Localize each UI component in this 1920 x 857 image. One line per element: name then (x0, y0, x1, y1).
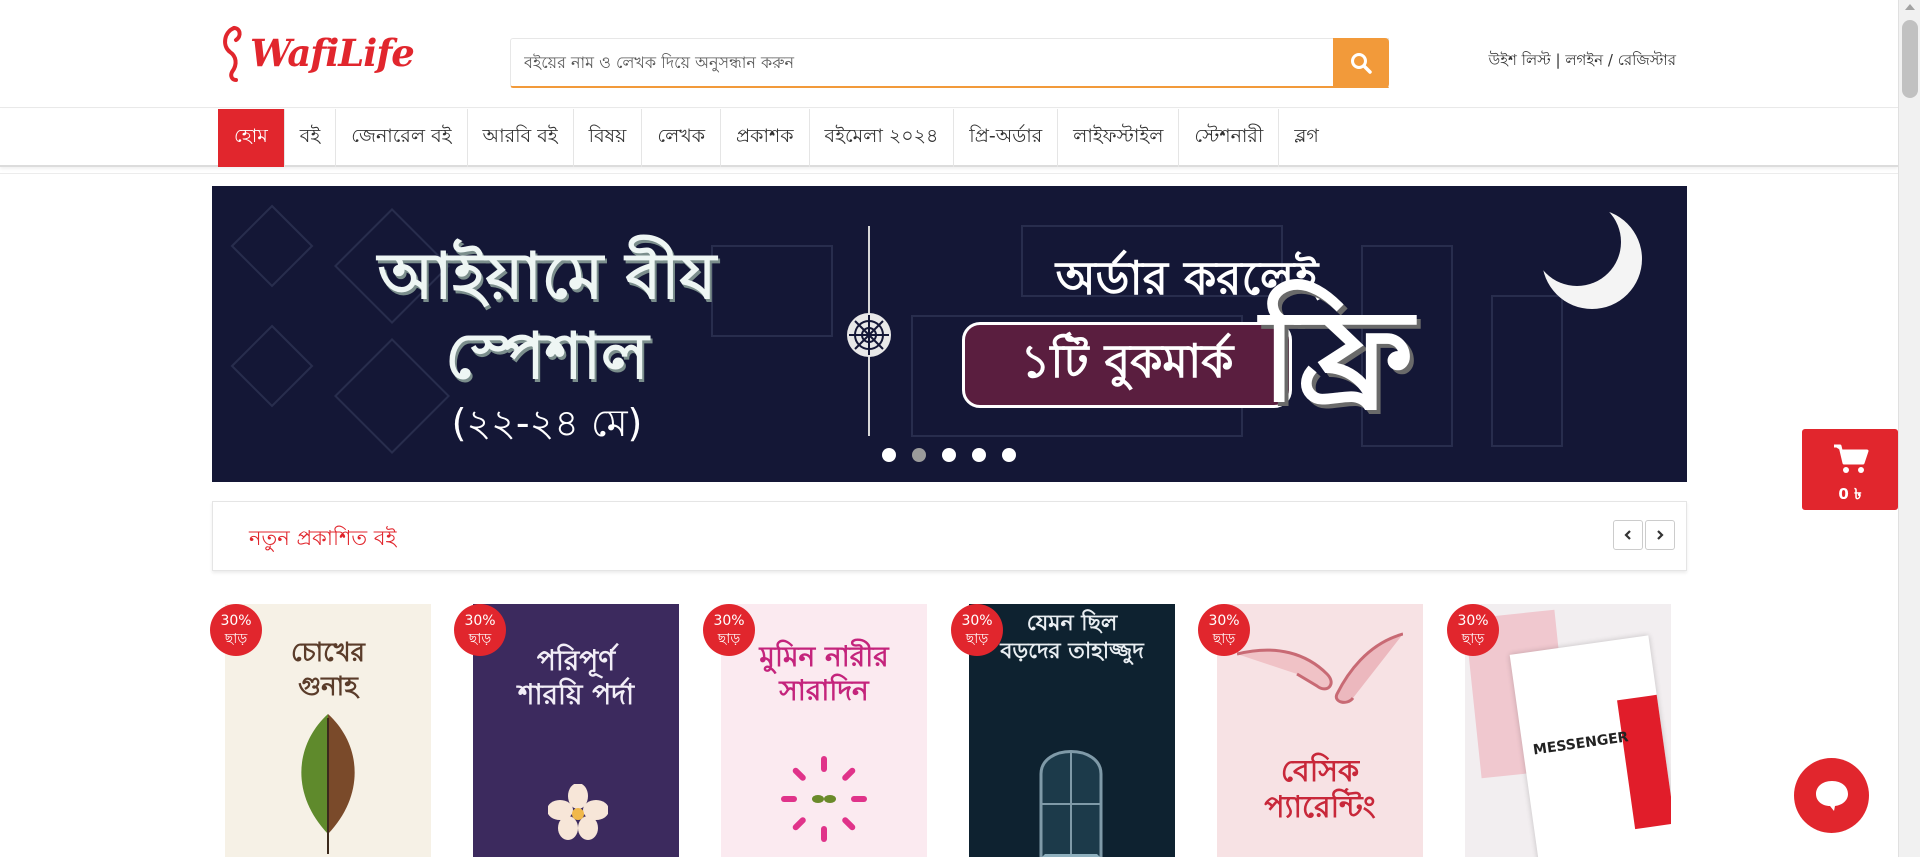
nav-item-books[interactable]: বই (285, 109, 337, 167)
chat-widget-button[interactable] (1794, 758, 1869, 833)
next-button[interactable] (1645, 520, 1675, 550)
slider-dot[interactable] (972, 448, 986, 462)
slider-dot[interactable] (1002, 448, 1016, 462)
chevron-left-icon (1624, 530, 1631, 540)
search-button[interactable] (1333, 38, 1389, 88)
wishlist-link[interactable]: উইশ লিস্ট (1489, 51, 1551, 69)
divider (0, 173, 1898, 174)
scroll-thumb[interactable] (1902, 20, 1918, 98)
nav-item-subjects[interactable]: বিষয় (574, 109, 643, 167)
logo-text: WafiLife (250, 31, 415, 75)
register-link[interactable]: রেজিস্টার (1618, 51, 1676, 69)
chat-icon (1815, 780, 1848, 811)
search-box (510, 38, 1389, 88)
book-card[interactable]: বেসিক প্যারেন্টিং (1217, 604, 1423, 857)
login-link[interactable]: লগইন (1565, 51, 1603, 69)
petal-ring-icon (781, 756, 867, 842)
slider-dots (882, 448, 1032, 462)
nav-item-pre-order[interactable]: প্রি-অর্ডার (954, 109, 1059, 167)
site-header: WafiLife উইশ লিস্ট | লগইন / রেজিস্টার (0, 0, 1898, 108)
nav-list: হোম বই জেনারেল বই আরবি বই বিষয় লেখক প্র… (218, 109, 1334, 167)
slider-dot[interactable] (942, 448, 956, 462)
site-logo[interactable]: WafiLife (220, 20, 415, 86)
main-nav: হোম বই জেনারেল বই আরবি বই বিষয় লেখক প্র… (0, 109, 1898, 167)
nav-item-home[interactable]: হোম (218, 109, 285, 167)
discount-badge: 30% ছাড় (703, 604, 755, 656)
floating-cart-button[interactable]: 0 ৳ (1802, 429, 1898, 510)
crescent-moon-icon (1542, 209, 1642, 309)
hands-icon (1237, 632, 1403, 704)
nav-item-book-fair[interactable]: বইমেলা ২০২৪ (810, 109, 955, 167)
nav-item-authors[interactable]: লেখক (642, 109, 721, 167)
separator: | (1555, 51, 1566, 69)
slider-dot-active[interactable] (912, 448, 926, 462)
book-title: MESSENGER (1532, 729, 1630, 759)
banner-date-range: (২২-২৪ মে) (451, 401, 643, 445)
nav-item-stationery[interactable]: স্টেশনারী (1179, 109, 1280, 167)
new-books-section-header: নতুন প্রকাশিত বই (212, 501, 1687, 571)
window-icon (1039, 750, 1103, 857)
book-card[interactable]: পরিপূর্ণ শারয়ি পর্দা (473, 604, 679, 857)
flower-icon (548, 784, 608, 840)
account-links: উইশ লিস্ট | লগইন / রেজিস্টার (1489, 49, 1676, 74)
scroll-up-arrow-icon[interactable] (1905, 4, 1915, 10)
page-scrollbar[interactable] (1898, 0, 1920, 857)
leaf-icon (301, 714, 355, 854)
chevron-right-icon (1657, 530, 1664, 540)
banner-title-line1: আইয়ামে বীয (377, 240, 717, 314)
banner-title-line2: স্পেশাল (445, 320, 649, 394)
nav-item-general-books[interactable]: জেনারেল বই (336, 109, 468, 167)
cart-total: 0 ৳ (1838, 485, 1862, 503)
discount-badge: 30% ছাড় (1447, 604, 1499, 656)
discount-badge: 30% ছাড় (454, 604, 506, 656)
discount-badge: 30% ছাড় (210, 604, 262, 656)
book-title: মুমিন নারীর সারাদিন (759, 640, 889, 707)
search-input[interactable] (511, 39, 1388, 86)
promo-banner[interactable]: আইয়ামে বীয স্পেশাল (২২-২৪ মে) অর্ডার কর… (212, 186, 1687, 482)
nav-item-arabic-books[interactable]: আরবি বই (468, 109, 574, 167)
prev-button[interactable] (1613, 520, 1643, 550)
section-title: নতুন প্রকাশিত বই (249, 526, 397, 550)
book-title: বেসিক প্যারেন্টিং (1264, 754, 1376, 825)
logo-mark-icon (223, 26, 242, 82)
cart-icon (1834, 444, 1869, 473)
nav-item-publishers[interactable]: প্রকাশক (721, 109, 810, 167)
page: WafiLife উইশ লিস্ট | লগইন / রেজিস্টার হো… (0, 0, 1920, 857)
nav-item-lifestyle[interactable]: লাইফস্টাইল (1058, 109, 1180, 167)
ornament-icon (847, 313, 891, 357)
search-icon (1351, 53, 1372, 74)
book-title: পরিপূর্ণ শারয়ি পর্দা (517, 644, 635, 711)
book-cover-front: MESSENGER (1509, 635, 1671, 857)
discount-badge: 30% ছাড় (1198, 604, 1250, 656)
book-carousel: চোখের গুনাহ পরিপূর্ণ শারয়ি পর্দা মুমিন … (0, 604, 1898, 857)
separator: / (1607, 51, 1618, 69)
banner-free-text: ফ্রি (1260, 282, 1414, 431)
slider-dot[interactable] (882, 448, 896, 462)
cover-red-stripe (1617, 694, 1671, 830)
nav-item-blog[interactable]: ব্লগ (1279, 109, 1334, 167)
discount-badge: 30% ছাড় (951, 604, 1003, 656)
